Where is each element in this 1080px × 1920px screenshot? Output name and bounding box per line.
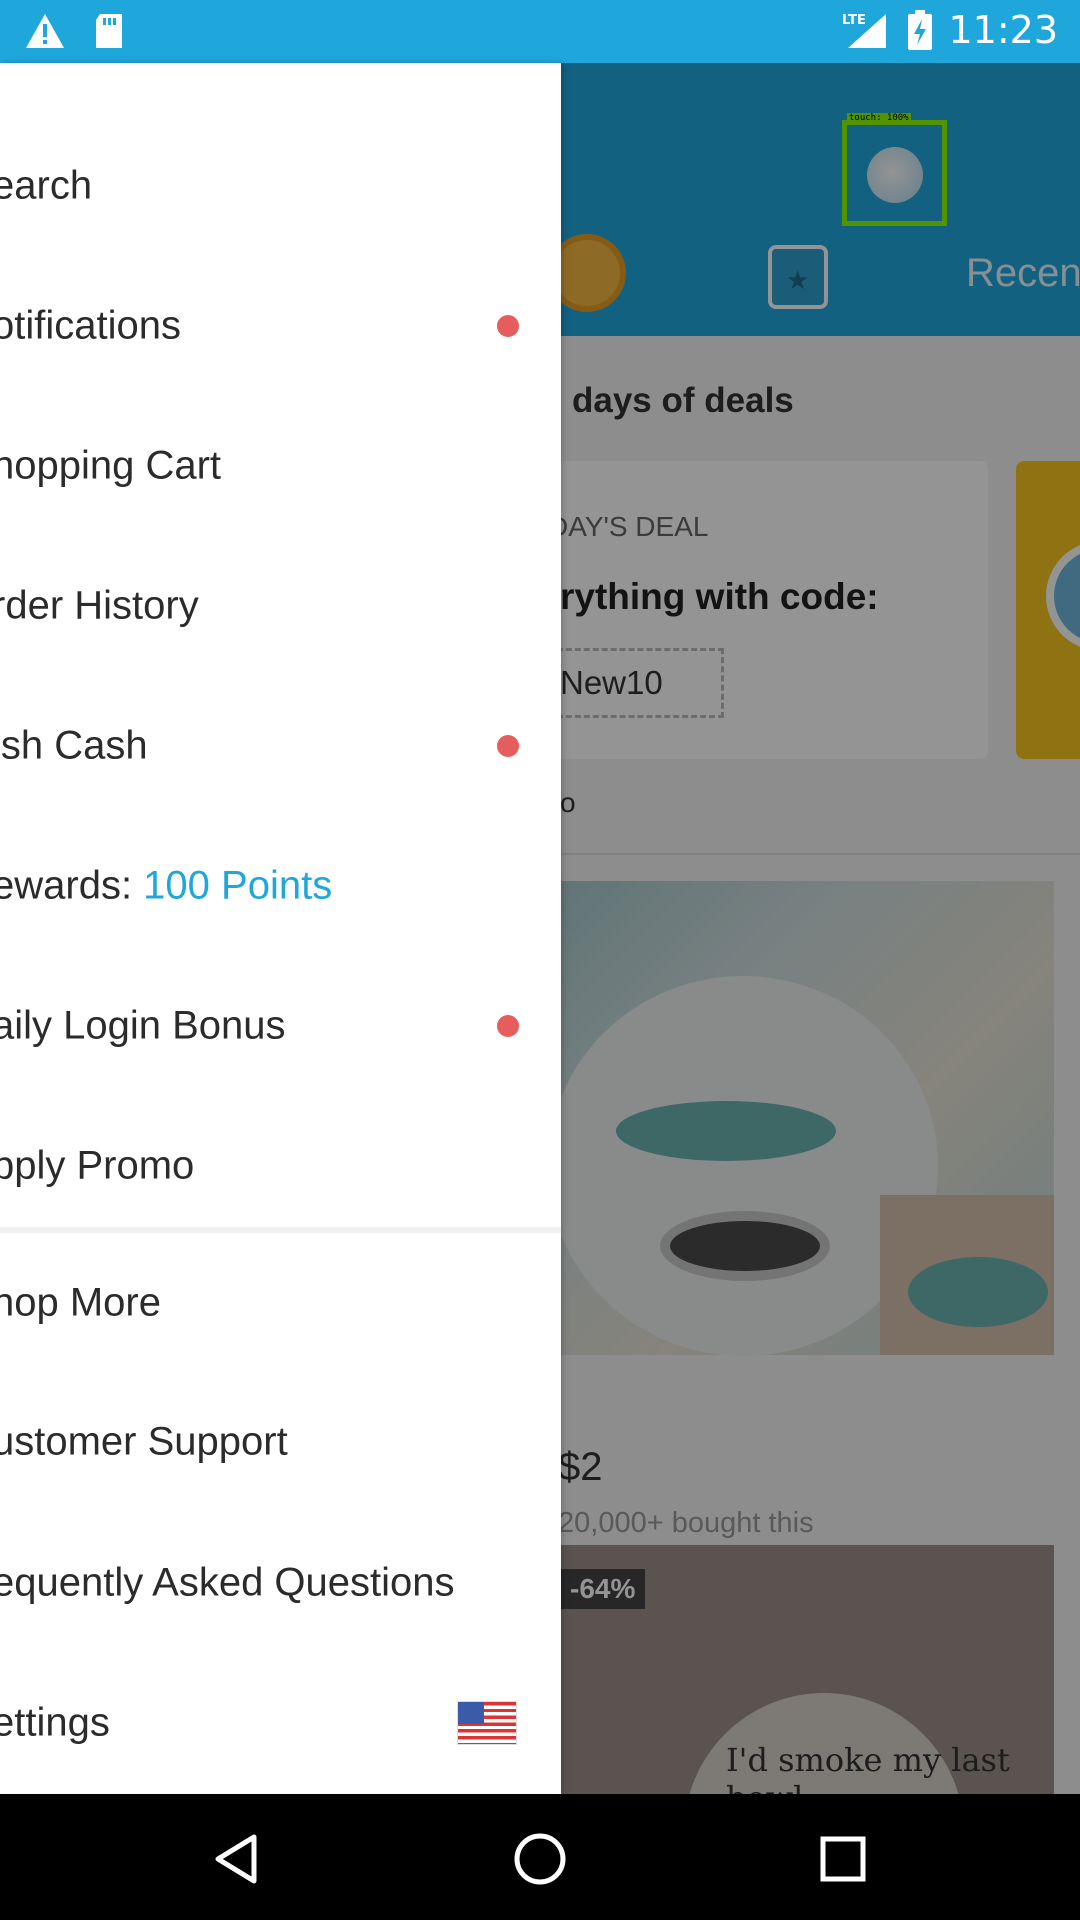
sd-card-icon [96,14,122,48]
menu-item-notifications[interactable]: otifications [0,256,561,396]
menu-item-shop-more[interactable]: nop More [0,1233,561,1373]
menu-item-settings[interactable]: ettings [0,1653,561,1793]
menu-item-label: ettings [0,1700,110,1745]
menu-item-label: aily Login Bonus [0,1003,286,1048]
home-icon [514,1833,566,1885]
rewards-points: 100 Points [143,863,333,908]
menu-item-label: pply Promo [0,1143,195,1188]
menu-item-label: otifications [0,303,181,348]
flag-canton [458,1702,484,1724]
menu-item-label: ewards: 100 Points [0,864,332,909]
menu-item-shopping-cart[interactable]: nopping Cart [0,396,561,536]
menu-item-order-history[interactable]: rder History [0,536,561,676]
home-button[interactable] [505,1824,575,1894]
menu-item-label: nopping Cart [0,443,222,488]
menu-item-label: equently Asked Questions [0,1560,455,1605]
menu-item-apply-promo[interactable]: pply Promo [0,1096,561,1236]
menu-item-label: ish Cash [0,723,148,768]
menu-item-label: nop More [0,1280,161,1325]
menu-item-wish-cash[interactable]: ish Cash [0,676,561,816]
status-right: LTE 11:23 [842,8,1058,52]
menu-item-daily-login-bonus[interactable]: aily Login Bonus [0,956,561,1096]
system-navigation-bar [0,1794,1080,1920]
notification-dot [497,1015,519,1037]
menu-item-rewards[interactable]: ewards: 100 Points [0,816,561,956]
notification-dot [497,735,519,757]
menu-item-label: rder History [0,583,199,628]
navigation-drawer: earch otifications nopping Cart rder His… [0,63,561,1794]
menu-item-faq[interactable]: equently Asked Questions [0,1513,561,1653]
status-left [24,12,126,50]
menu-item-customer-support[interactable]: ustomer Support [0,1372,561,1512]
recents-button[interactable] [808,1824,878,1894]
menu-item-label: ustomer Support [0,1419,288,1464]
notification-dot [497,315,519,337]
back-icon [215,1834,257,1884]
menu-item-search[interactable]: earch [0,116,561,256]
status-time: 11:23 [948,8,1058,52]
battery-charging-icon [908,10,933,50]
recents-icon [820,1836,866,1882]
signal-icon: LTE [842,13,887,48]
back-button[interactable] [201,1824,271,1894]
menu-item-label: earch [0,163,93,208]
us-flag-icon [457,1701,517,1745]
status-bar: LTE 11:23 [0,0,1080,63]
rewards-prefix: ewards: [0,863,144,908]
network-label: LTE [842,13,866,28]
warning-icon [26,14,64,48]
